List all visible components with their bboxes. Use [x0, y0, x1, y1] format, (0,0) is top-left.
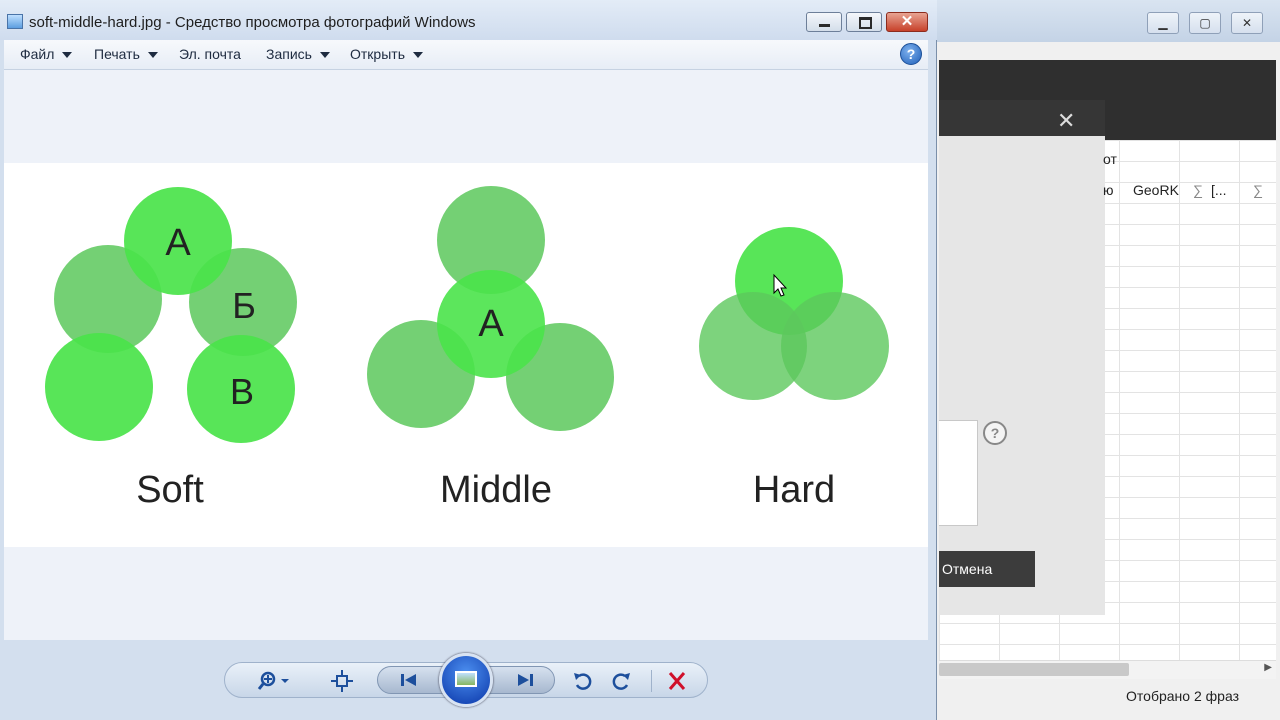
delete-icon — [668, 672, 686, 690]
rotate-clockwise-icon — [612, 673, 630, 690]
dropdown-arrow-icon — [412, 52, 423, 59]
next-icon — [518, 674, 533, 686]
dropdown-arrow-icon — [62, 52, 73, 59]
background-maximize-button[interactable]: ▢ — [1189, 12, 1221, 34]
menu-file[interactable]: Файл — [20, 46, 73, 62]
help-icon[interactable]: ? — [900, 43, 922, 65]
menu-label: Запись — [266, 46, 312, 62]
menu-label: Эл. почта — [179, 46, 241, 62]
scroll-right-icon[interactable]: ▶ — [1264, 662, 1272, 673]
column-header[interactable]: [... — [1211, 182, 1227, 198]
previous-icon — [401, 674, 416, 686]
circle-label-a: А — [165, 222, 191, 264]
next-button[interactable] — [512, 669, 538, 691]
menu-email[interactable]: Эл. почта — [179, 46, 241, 62]
minimize-icon — [819, 24, 830, 27]
caption-hard: Hard — [752, 469, 836, 511]
close-icon: ✕ — [900, 13, 914, 30]
image-canvas[interactable]: А Б В А Soft Middle Hard — [4, 70, 928, 640]
dialog-help-icon[interactable]: ? — [983, 421, 1007, 445]
toolbar-separator — [651, 670, 652, 692]
menu-label: Открыть — [350, 46, 405, 62]
minimize-button[interactable] — [806, 12, 842, 32]
zoom-icon — [257, 671, 289, 690]
slideshow-icon — [455, 671, 477, 687]
dialog-text-input[interactable] — [939, 420, 978, 526]
close-button[interactable]: ✕ — [886, 12, 928, 32]
background-close-button[interactable]: ✕ — [1231, 12, 1263, 34]
dropdown-arrow-icon — [147, 52, 158, 59]
rotate-counterclockwise-button[interactable] — [571, 670, 595, 692]
soft-circle-bottom-left — [45, 333, 153, 441]
background-dialog — [939, 100, 1105, 615]
menu-print[interactable]: Печать — [94, 46, 158, 62]
title-bar[interactable]: soft-middle-hard.jpg - Средство просмотр… — [0, 0, 937, 40]
menu-open[interactable]: Открыть — [350, 46, 423, 62]
status-text: Отобрано 2 фраз — [1126, 688, 1239, 704]
maximize-icon — [859, 17, 872, 29]
window-title: soft-middle-hard.jpg - Средство просмотр… — [29, 14, 476, 31]
column-header[interactable]: GeoRK — [1133, 182, 1179, 198]
circle-label-b: Б — [232, 285, 256, 326]
delete-button[interactable] — [665, 670, 689, 692]
column-header[interactable]: ю — [1103, 182, 1114, 198]
hard-circle-right — [781, 292, 889, 400]
status-bar: Отобрано 2 фраз — [939, 680, 1276, 720]
caption-middle: Middle — [440, 469, 552, 511]
fit-to-window-icon — [331, 670, 353, 692]
slideshow-button[interactable] — [439, 653, 493, 707]
sum-icon[interactable]: ∑ — [1193, 182, 1203, 198]
menu-bar: Файл Печать Эл. почта Запись Открыть ? — [4, 40, 928, 70]
rotate-clockwise-button[interactable] — [609, 670, 633, 692]
caption-soft: Soft — [136, 469, 204, 511]
menu-label: Файл — [20, 46, 55, 62]
zoom-button[interactable] — [257, 670, 295, 692]
previous-button[interactable] — [396, 669, 422, 691]
background-dialog-header — [939, 100, 1105, 136]
background-app-window: ▁ ▢ ✕ ✕ от ю GeoRK ∑ [... ∑ ? Отмена ▶ О… — [930, 0, 1280, 720]
cancel-button[interactable]: Отмена — [939, 551, 1035, 587]
menu-label: Печать — [94, 46, 140, 62]
dropdown-arrow-icon — [319, 52, 330, 59]
maximize-button[interactable] — [846, 12, 882, 32]
sum-icon[interactable]: ∑ — [1253, 182, 1263, 198]
viewer-toolbar — [224, 653, 708, 707]
photo-viewer-app-icon — [7, 14, 23, 29]
background-minimize-button[interactable]: ▁ — [1147, 12, 1179, 34]
scrollbar-thumb[interactable] — [939, 663, 1129, 676]
background-column-headers: ю GeoRK ∑ [... ∑ — [1103, 182, 1273, 204]
dialog-close-icon[interactable]: ✕ — [1057, 110, 1075, 132]
horizontal-scrollbar[interactable]: ▶ — [939, 660, 1276, 679]
photo-viewer-window: soft-middle-hard.jpg - Средство просмотр… — [0, 0, 937, 720]
fit-to-window-button[interactable] — [329, 670, 355, 692]
menu-burn[interactable]: Запись — [266, 46, 330, 62]
circle-label-v: В — [230, 371, 254, 412]
rotate-counterclockwise-icon — [574, 673, 592, 690]
circle-label-middle-a: А — [478, 303, 504, 345]
displayed-photo: А Б В А Soft Middle Hard — [4, 163, 928, 547]
background-app-titlebar: ▁ ▢ ✕ — [931, 0, 1280, 42]
background-heading-text: от — [1103, 151, 1117, 167]
